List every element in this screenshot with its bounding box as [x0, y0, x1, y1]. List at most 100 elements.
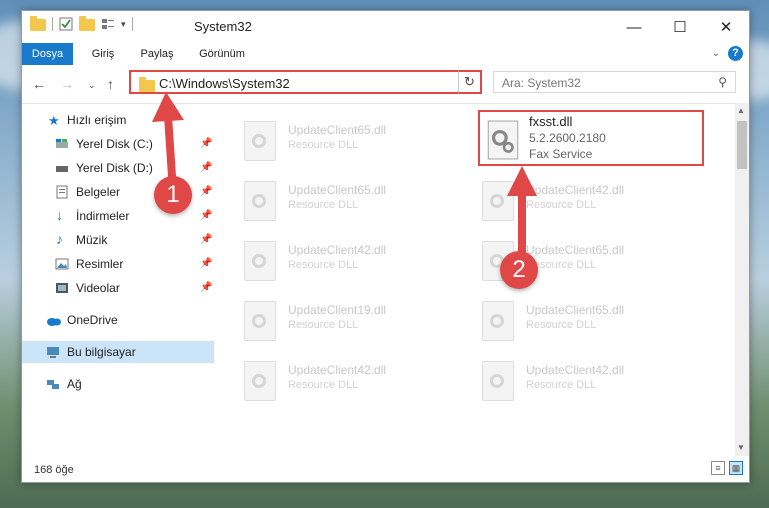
dll-file-icon — [244, 181, 276, 221]
address-bar[interactable]: C:\Windows\System32 ⌄ — [129, 70, 479, 94]
dll-file-icon — [244, 241, 276, 281]
file-name: UpdateClient65.dll — [526, 303, 625, 317]
pin-icon[interactable]: 📌 — [200, 162, 212, 173]
ribbon-tabs: Dosya Giriş Paylaş Görünüm ⌄ ? — [22, 43, 749, 65]
title-bar: ▾ System32 — ☐ ✕ — [22, 11, 749, 43]
item-count: 168 öğe — [34, 464, 74, 476]
tab-file[interactable]: Dosya — [22, 43, 73, 65]
list-item[interactable]: UpdateClient42.dll Resource DLL — [222, 353, 442, 405]
vertical-scrollbar[interactable]: ▲ ▼ — [735, 103, 749, 456]
address-path: C:\Windows\System32 — [159, 76, 290, 91]
pin-icon[interactable]: 📌 — [200, 234, 212, 245]
target-file-fxsst[interactable]: fxsst.dll 5.2.2600.2180 Fax Service — [478, 110, 704, 166]
tab-view[interactable]: Görünüm — [194, 43, 250, 65]
sidebar-item-label: Resimler — [76, 257, 124, 271]
scroll-up-icon[interactable]: ▲ — [737, 106, 745, 115]
close-button[interactable]: ✕ — [703, 11, 749, 43]
list-item[interactable]: UpdateClient65.dll Resource DLL — [222, 173, 442, 225]
sidebar-item-disk-c[interactable]: Yerel Disk (C:) 📌 — [22, 133, 214, 155]
folder-icon — [30, 16, 46, 31]
refresh-button[interactable]: ↻ — [458, 70, 482, 94]
tiles-view-icon[interactable]: ▦ — [729, 461, 743, 475]
list-item[interactable]: UpdateClient19.dll Resource DLL — [222, 293, 442, 345]
file-description: Resource DLL — [288, 319, 359, 331]
pin-icon[interactable]: 📌 — [200, 186, 212, 197]
divider — [52, 17, 53, 31]
sidebar-item-label: OneDrive — [67, 313, 118, 327]
step-badge-1: 1 — [154, 176, 192, 214]
list-item[interactable]: UpdateClient65.dll Resource DLL — [460, 293, 680, 345]
new-folder-icon[interactable] — [79, 16, 95, 31]
sidebar-item-this-pc[interactable]: Bu bilgisayar — [22, 341, 214, 363]
star-icon: ★ — [48, 113, 60, 128]
up-arrow-icon[interactable]: ↑ — [107, 76, 114, 92]
sidebar-item-disk-d[interactable]: Yerel Disk (D:) 📌 — [22, 157, 214, 179]
sidebar-item-onedrive[interactable]: OneDrive — [22, 309, 214, 331]
pin-icon[interactable]: 📌 — [200, 210, 212, 221]
file-name: UpdateClient65.dll — [288, 123, 387, 137]
list-item[interactable]: UpdateClient42.dll Resource DLL — [222, 233, 442, 285]
pictures-icon — [55, 258, 69, 270]
scroll-down-icon[interactable]: ▼ — [737, 443, 745, 452]
chevron-down-icon[interactable]: ▾ — [121, 19, 126, 30]
back-arrow-icon[interactable]: ← — [32, 76, 46, 92]
sidebar-item-music[interactable]: ♪ Müzik 📌 — [22, 229, 214, 251]
dll-file-icon — [244, 361, 276, 401]
customize-toolbar-icon[interactable] — [101, 17, 115, 31]
properties-icon[interactable] — [59, 17, 73, 31]
help-icon[interactable]: ? — [728, 46, 743, 61]
file-description: Resource DLL — [526, 379, 597, 391]
tab-share[interactable]: Paylaş — [136, 43, 178, 65]
pin-icon[interactable]: 📌 — [200, 282, 212, 293]
search-icon: ⚲ — [718, 75, 727, 89]
file-name: UpdateClient42.dll — [288, 363, 387, 377]
details-view-icon[interactable]: ≡ — [711, 461, 725, 475]
ribbon-right: ⌄ ? — [712, 46, 743, 61]
file-description: Resource DLL — [526, 199, 597, 211]
gear-file-icon — [487, 120, 519, 160]
expand-ribbon-icon[interactable]: ⌄ — [712, 48, 720, 59]
list-item[interactable]: UpdateClient65.dll Resource DLL — [222, 113, 442, 165]
navigation-bar: ← → ⌄ ↑ C:\Windows\System32 ⌄ ↻ Ara: Sys… — [22, 65, 749, 104]
sidebar-item-videos[interactable]: Videolar 📌 — [22, 277, 214, 299]
dll-file-icon — [482, 361, 514, 401]
sidebar-item-label: Bu bilgisayar — [67, 345, 136, 359]
recent-locations-icon[interactable]: ⌄ — [88, 80, 96, 91]
sidebar-item-label: Belgeler — [76, 185, 121, 199]
sidebar-item-label: Yerel Disk (D:) — [76, 161, 153, 175]
list-item[interactable]: UpdateClient42.dll Resource DLL — [460, 353, 680, 405]
sidebar-item-network[interactable]: Ağ — [22, 373, 214, 395]
drive-icon — [56, 166, 68, 172]
file-name: UpdateClient42.dll — [526, 363, 625, 377]
maximize-button[interactable]: ☐ — [657, 11, 703, 43]
status-bar: 168 öğe ≡ ▦ — [22, 456, 749, 482]
download-icon: ↓ — [56, 207, 63, 223]
list-item[interactable]: UpdateClient42.dll Resource DLL — [460, 173, 680, 225]
file-name: UpdateClient65.dll — [288, 183, 387, 197]
scroll-thumb[interactable] — [737, 121, 747, 169]
documents-icon — [56, 185, 68, 199]
sidebar-item-quick-access[interactable]: ★ Hızlı erişim — [22, 109, 214, 131]
sidebar-item-label: Yerel Disk (C:) — [76, 137, 153, 151]
pin-icon[interactable]: 📌 — [200, 138, 212, 149]
drive-icon — [56, 139, 68, 148]
pin-icon[interactable]: 📌 — [200, 258, 212, 269]
refresh-icon: ↻ — [464, 74, 475, 89]
list-item[interactable]: UpdateClient65.dll Resource DLL — [460, 233, 680, 285]
view-toggle: ≡ ▦ — [711, 461, 743, 475]
dll-file-icon — [482, 181, 514, 221]
music-icon: ♪ — [56, 231, 63, 247]
file-version: 5.2.2600.2180 — [529, 131, 606, 145]
network-icon — [47, 380, 59, 389]
forward-arrow-icon[interactable]: → — [60, 76, 74, 92]
search-placeholder: Ara: System32 — [502, 76, 581, 90]
step-badge-2: 2 — [500, 251, 538, 289]
file-name: UpdateClient42.dll — [288, 243, 387, 257]
tab-home[interactable]: Giriş — [84, 43, 122, 65]
window-title: System32 — [194, 19, 252, 34]
search-box[interactable]: Ara: System32 ⚲ — [493, 71, 736, 93]
minimize-button[interactable]: — — [611, 11, 657, 43]
sidebar-item-pictures[interactable]: Resimler 📌 — [22, 253, 214, 275]
file-description: Resource DLL — [288, 379, 359, 391]
sidebar-item-label: Ağ — [67, 377, 82, 391]
